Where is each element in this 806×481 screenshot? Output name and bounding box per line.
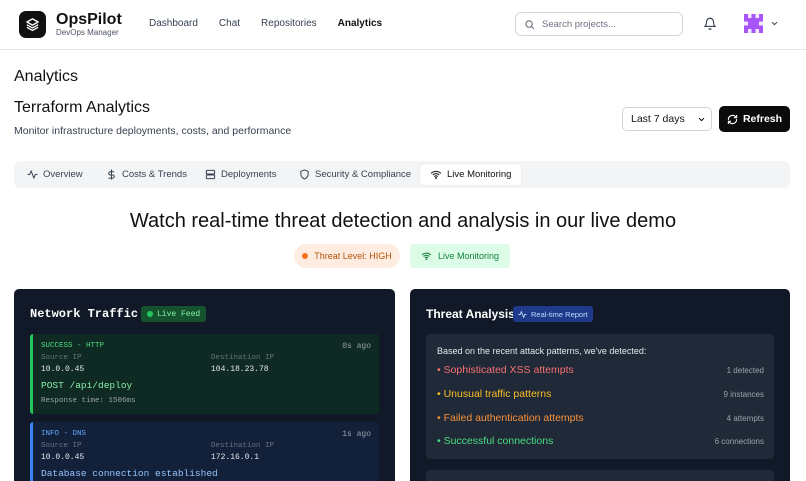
date-range-select[interactable]: Last 7 days bbox=[622, 107, 712, 131]
brand-name: OpsPilot bbox=[56, 11, 122, 28]
avatar[interactable] bbox=[744, 14, 763, 33]
traffic-entry[interactable]: INFO - DNS 1s ago Source IP Destination … bbox=[30, 422, 379, 481]
layers-icon bbox=[26, 18, 39, 32]
entry-response-time: Response time: 1506ms bbox=[41, 397, 136, 405]
threat-item: • Unusual traffic patterns 9 instances bbox=[437, 388, 764, 402]
threat-detail-card bbox=[426, 470, 774, 481]
destination-ip-label: Destination IP bbox=[211, 354, 275, 362]
realtime-report-badge: Real-time Report bbox=[513, 306, 593, 322]
nav-repositories[interactable]: Repositories bbox=[261, 18, 317, 29]
dollar-icon bbox=[108, 169, 115, 180]
top-navbar: OpsPilot DevOps Manager Dashboard Chat R… bbox=[0, 0, 806, 50]
chevron-down-icon[interactable] bbox=[770, 19, 779, 28]
refresh-button[interactable]: Refresh bbox=[719, 106, 790, 132]
threat-item-label: • Successful connections bbox=[437, 435, 554, 447]
source-ip-value: 10.0.0.45 bbox=[41, 453, 85, 462]
traffic-entry[interactable]: SUCCESS - HTTP 0s ago Source IP Destinat… bbox=[30, 334, 379, 414]
tab-label: Costs & Trends bbox=[122, 169, 187, 180]
threat-intro: Based on the recent attack patterns, we'… bbox=[437, 346, 647, 356]
tab-label: Security & Compliance bbox=[315, 169, 412, 180]
search-icon bbox=[525, 19, 535, 29]
entry-message: POST /api/deploy bbox=[41, 380, 133, 391]
refresh-icon bbox=[727, 114, 738, 124]
tab-overview[interactable]: Overview bbox=[27, 164, 83, 185]
threat-analysis-panel: Threat Analysis Real-time Report Based o… bbox=[410, 289, 790, 481]
logo[interactable] bbox=[19, 11, 46, 38]
threat-item: • Failed authentication attempts 4 attem… bbox=[437, 412, 764, 426]
activity-icon bbox=[27, 170, 38, 179]
destination-ip-label: Destination IP bbox=[211, 442, 275, 450]
nav-chat[interactable]: Chat bbox=[219, 18, 240, 29]
page-title: Analytics bbox=[14, 68, 79, 85]
shield-icon bbox=[300, 169, 309, 180]
date-range-value: Last 7 days bbox=[631, 113, 685, 125]
live-feed-label: Live Feed bbox=[157, 309, 201, 319]
bell-icon[interactable] bbox=[703, 16, 717, 31]
tab-security-compliance[interactable]: Security & Compliance bbox=[299, 164, 411, 185]
tab-label: Live Monitoring bbox=[447, 169, 512, 180]
network-traffic-title: Network Traffic bbox=[30, 307, 139, 321]
nav-dashboard[interactable]: Dashboard bbox=[149, 18, 198, 29]
refresh-label: Refresh bbox=[742, 113, 783, 125]
nav-analytics[interactable]: Analytics bbox=[338, 18, 382, 29]
dot-icon bbox=[147, 311, 153, 317]
section-title: Terraform Analytics bbox=[14, 99, 151, 116]
activity-icon bbox=[518, 310, 527, 318]
tab-live-monitoring[interactable]: Live Monitoring bbox=[420, 164, 522, 185]
threat-item-count: 6 connections bbox=[714, 437, 764, 446]
threat-item: • Successful connections 6 connections bbox=[437, 435, 764, 449]
destination-ip-value: 104.18.23.78 bbox=[211, 365, 269, 374]
wifi-icon bbox=[421, 252, 432, 261]
search-input[interactable] bbox=[542, 18, 672, 30]
live-monitoring-badge: Live Monitoring bbox=[410, 244, 510, 268]
threat-item-label: • Unusual traffic patterns bbox=[437, 388, 552, 400]
server-icon bbox=[205, 169, 216, 180]
threat-item: • Sophisticated XSS attempts 1 detected bbox=[437, 364, 764, 378]
section-subtitle: Monitor infrastructure deployments, cost… bbox=[14, 125, 292, 137]
source-ip-label: Source IP bbox=[41, 442, 82, 450]
tab-bar: Overview Costs & Trends Deployments Secu… bbox=[14, 161, 790, 188]
threat-item-count: 1 detected bbox=[726, 366, 764, 375]
search-box[interactable] bbox=[515, 12, 683, 36]
realtime-report-label: Real-time Report bbox=[531, 309, 588, 319]
entry-type: INFO - DNS bbox=[41, 430, 87, 438]
hero-title: Watch real-time threat detection and ana… bbox=[129, 210, 677, 232]
source-ip-label: Source IP bbox=[41, 354, 82, 362]
tab-deployments[interactable]: Deployments bbox=[205, 164, 276, 185]
live-monitoring-label: Live Monitoring bbox=[437, 251, 500, 261]
chevron-down-icon bbox=[698, 117, 705, 122]
threat-level-badge: Threat Level: HIGH bbox=[294, 244, 400, 268]
dot-icon bbox=[302, 253, 309, 259]
entry-message: Database connection established bbox=[41, 468, 218, 479]
brand: OpsPilot DevOps Manager bbox=[56, 11, 122, 38]
threat-level-label: Threat Level: HIGH bbox=[314, 251, 392, 261]
threat-summary: Based on the recent attack patterns, we'… bbox=[426, 334, 774, 459]
threat-item-label: • Sophisticated XSS attempts bbox=[437, 364, 574, 376]
source-ip-value: 10.0.0.45 bbox=[41, 365, 85, 374]
entry-time: 0s ago bbox=[342, 342, 371, 351]
network-traffic-panel: Network Traffic Live Feed SUCCESS - HTTP… bbox=[14, 289, 395, 481]
threat-item-count: 9 instances bbox=[723, 390, 764, 399]
entry-type: SUCCESS - HTTP bbox=[41, 342, 105, 350]
live-feed-badge: Live Feed bbox=[141, 306, 207, 322]
wifi-icon bbox=[430, 170, 442, 179]
destination-ip-value: 172.16.0.1 bbox=[211, 453, 260, 462]
main-nav: Dashboard Chat Repositories Analytics bbox=[149, 18, 403, 29]
threat-item-label: • Failed authentication attempts bbox=[437, 412, 584, 424]
tab-costs-trends[interactable]: Costs & Trends bbox=[106, 164, 187, 185]
tab-label: Overview bbox=[43, 169, 83, 180]
entry-time: 1s ago bbox=[342, 430, 371, 439]
tab-label: Deployments bbox=[221, 169, 277, 180]
threat-item-count: 4 attempts bbox=[726, 414, 764, 423]
brand-subtitle: DevOps Manager bbox=[56, 28, 119, 37]
threat-analysis-title: Threat Analysis bbox=[426, 307, 515, 321]
